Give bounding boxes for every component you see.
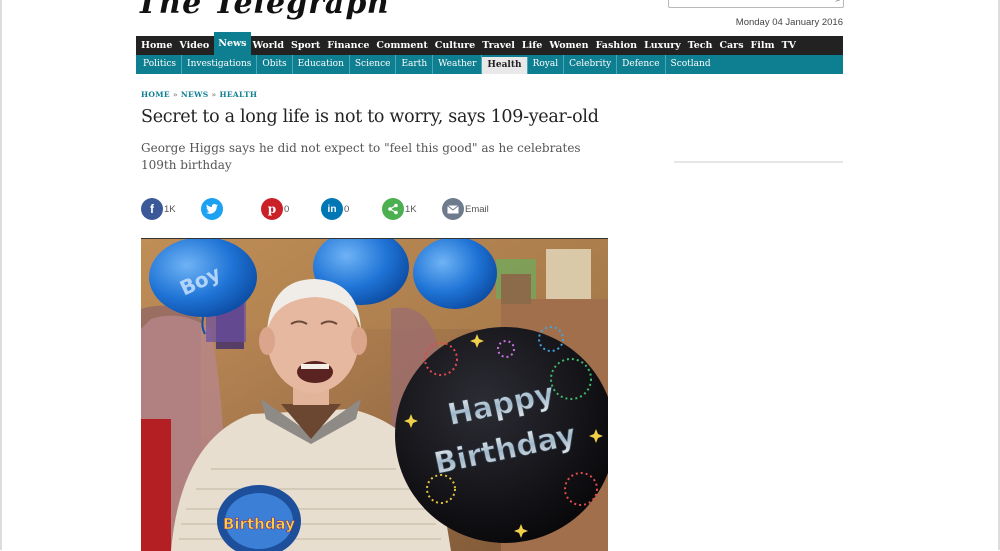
subnav-item-investigations[interactable]: Investigations	[182, 55, 258, 74]
nav-item-news[interactable]: News	[214, 32, 251, 55]
search-field[interactable]: ⌕	[668, 0, 844, 10]
subnav-item-celebrity[interactable]: Celebrity	[564, 55, 618, 74]
linkedin-icon: in	[321, 198, 343, 220]
nav-item-tech[interactable]: Tech	[686, 36, 718, 55]
search-icon[interactable]: ⌕	[835, 0, 841, 5]
nav-item-culture[interactable]: Culture	[433, 36, 480, 55]
subnav-item-health[interactable]: Health	[482, 57, 528, 74]
email-share-button[interactable]: Email	[442, 197, 489, 221]
search-input[interactable]	[669, 0, 827, 10]
nav-item-world[interactable]: World	[251, 36, 290, 55]
nav-item-fashion[interactable]: Fashion	[594, 36, 643, 55]
nav-item-life[interactable]: Life	[520, 36, 547, 55]
secondary-nav: Politics Investigations Obits Education Scie…	[136, 55, 843, 74]
envelope-icon	[442, 198, 464, 220]
breadcrumb-separator: »	[211, 90, 217, 99]
sidebar-divider	[674, 161, 843, 163]
breadcrumb: HOME» NEWS» HEALTH	[141, 90, 257, 99]
nav-item-video[interactable]: Video	[177, 36, 214, 55]
article-hero-image[interactable]: Boy Birthday Happy Birthday	[141, 238, 608, 551]
article-headline: Secret to a long life is not to worry, s…	[141, 107, 599, 127]
nav-item-film[interactable]: Film	[749, 36, 780, 55]
pinterest-share-button[interactable]: p 0	[261, 197, 289, 221]
site-logo[interactable]: The Telegraph	[136, 0, 390, 21]
share-count: 0	[344, 203, 350, 215]
subnav-item-obits[interactable]: Obits	[257, 55, 293, 74]
subnav-item-earth[interactable]: Earth	[396, 55, 434, 74]
generic-share-button[interactable]: 1K	[382, 197, 417, 221]
share-count: 1K	[164, 203, 176, 215]
window-left-border	[0, 0, 2, 550]
subnav-item-defence[interactable]: Defence	[617, 55, 666, 74]
breadcrumb-health[interactable]: HEALTH	[219, 90, 257, 99]
subnav-item-weather[interactable]: Weather	[433, 55, 483, 74]
primary-nav: Home Video News World Sport Finance Comment Cul…	[136, 32, 843, 55]
breadcrumb-home[interactable]: HOME	[141, 90, 170, 99]
subnav-item-royal[interactable]: Royal	[528, 55, 565, 74]
nav-item-women[interactable]: Women	[547, 36, 593, 55]
nav-item-finance[interactable]: Finance	[325, 36, 374, 55]
nav-item-tv[interactable]: TV	[780, 36, 801, 55]
email-label: Email	[465, 203, 489, 215]
article-standfirst: George Higgs says he did not expect to "…	[141, 141, 581, 172]
subnav-item-science[interactable]: Science	[350, 55, 397, 74]
subnav-item-education[interactable]: Education	[293, 55, 350, 74]
nav-item-comment[interactable]: Comment	[374, 36, 432, 55]
linkedin-share-button[interactable]: in 0	[321, 197, 349, 221]
nav-item-travel[interactable]: Travel	[480, 36, 520, 55]
facebook-share-button[interactable]: f 1K	[141, 197, 176, 221]
birthday-badge-text: Birthday	[223, 515, 295, 533]
twitter-share-button[interactable]	[201, 197, 224, 221]
facebook-icon: f	[141, 198, 163, 220]
share-icon	[382, 198, 404, 220]
nav-item-home[interactable]: Home	[139, 36, 177, 55]
breadcrumb-news[interactable]: NEWS	[181, 90, 209, 99]
subnav-item-politics[interactable]: Politics	[138, 55, 183, 74]
nav-item-luxury[interactable]: Luxury	[642, 36, 686, 55]
pinterest-icon: p	[261, 198, 283, 220]
share-count: 1K	[405, 203, 417, 215]
nav-item-sport[interactable]: Sport	[289, 36, 325, 55]
breadcrumb-separator: »	[172, 90, 178, 99]
twitter-icon	[201, 198, 223, 220]
current-date: Monday 04 January 2016	[735, 17, 843, 28]
subnav-item-scotland[interactable]: Scotland	[666, 55, 716, 74]
share-count: 0	[284, 203, 290, 215]
nav-item-cars[interactable]: Cars	[717, 36, 748, 55]
